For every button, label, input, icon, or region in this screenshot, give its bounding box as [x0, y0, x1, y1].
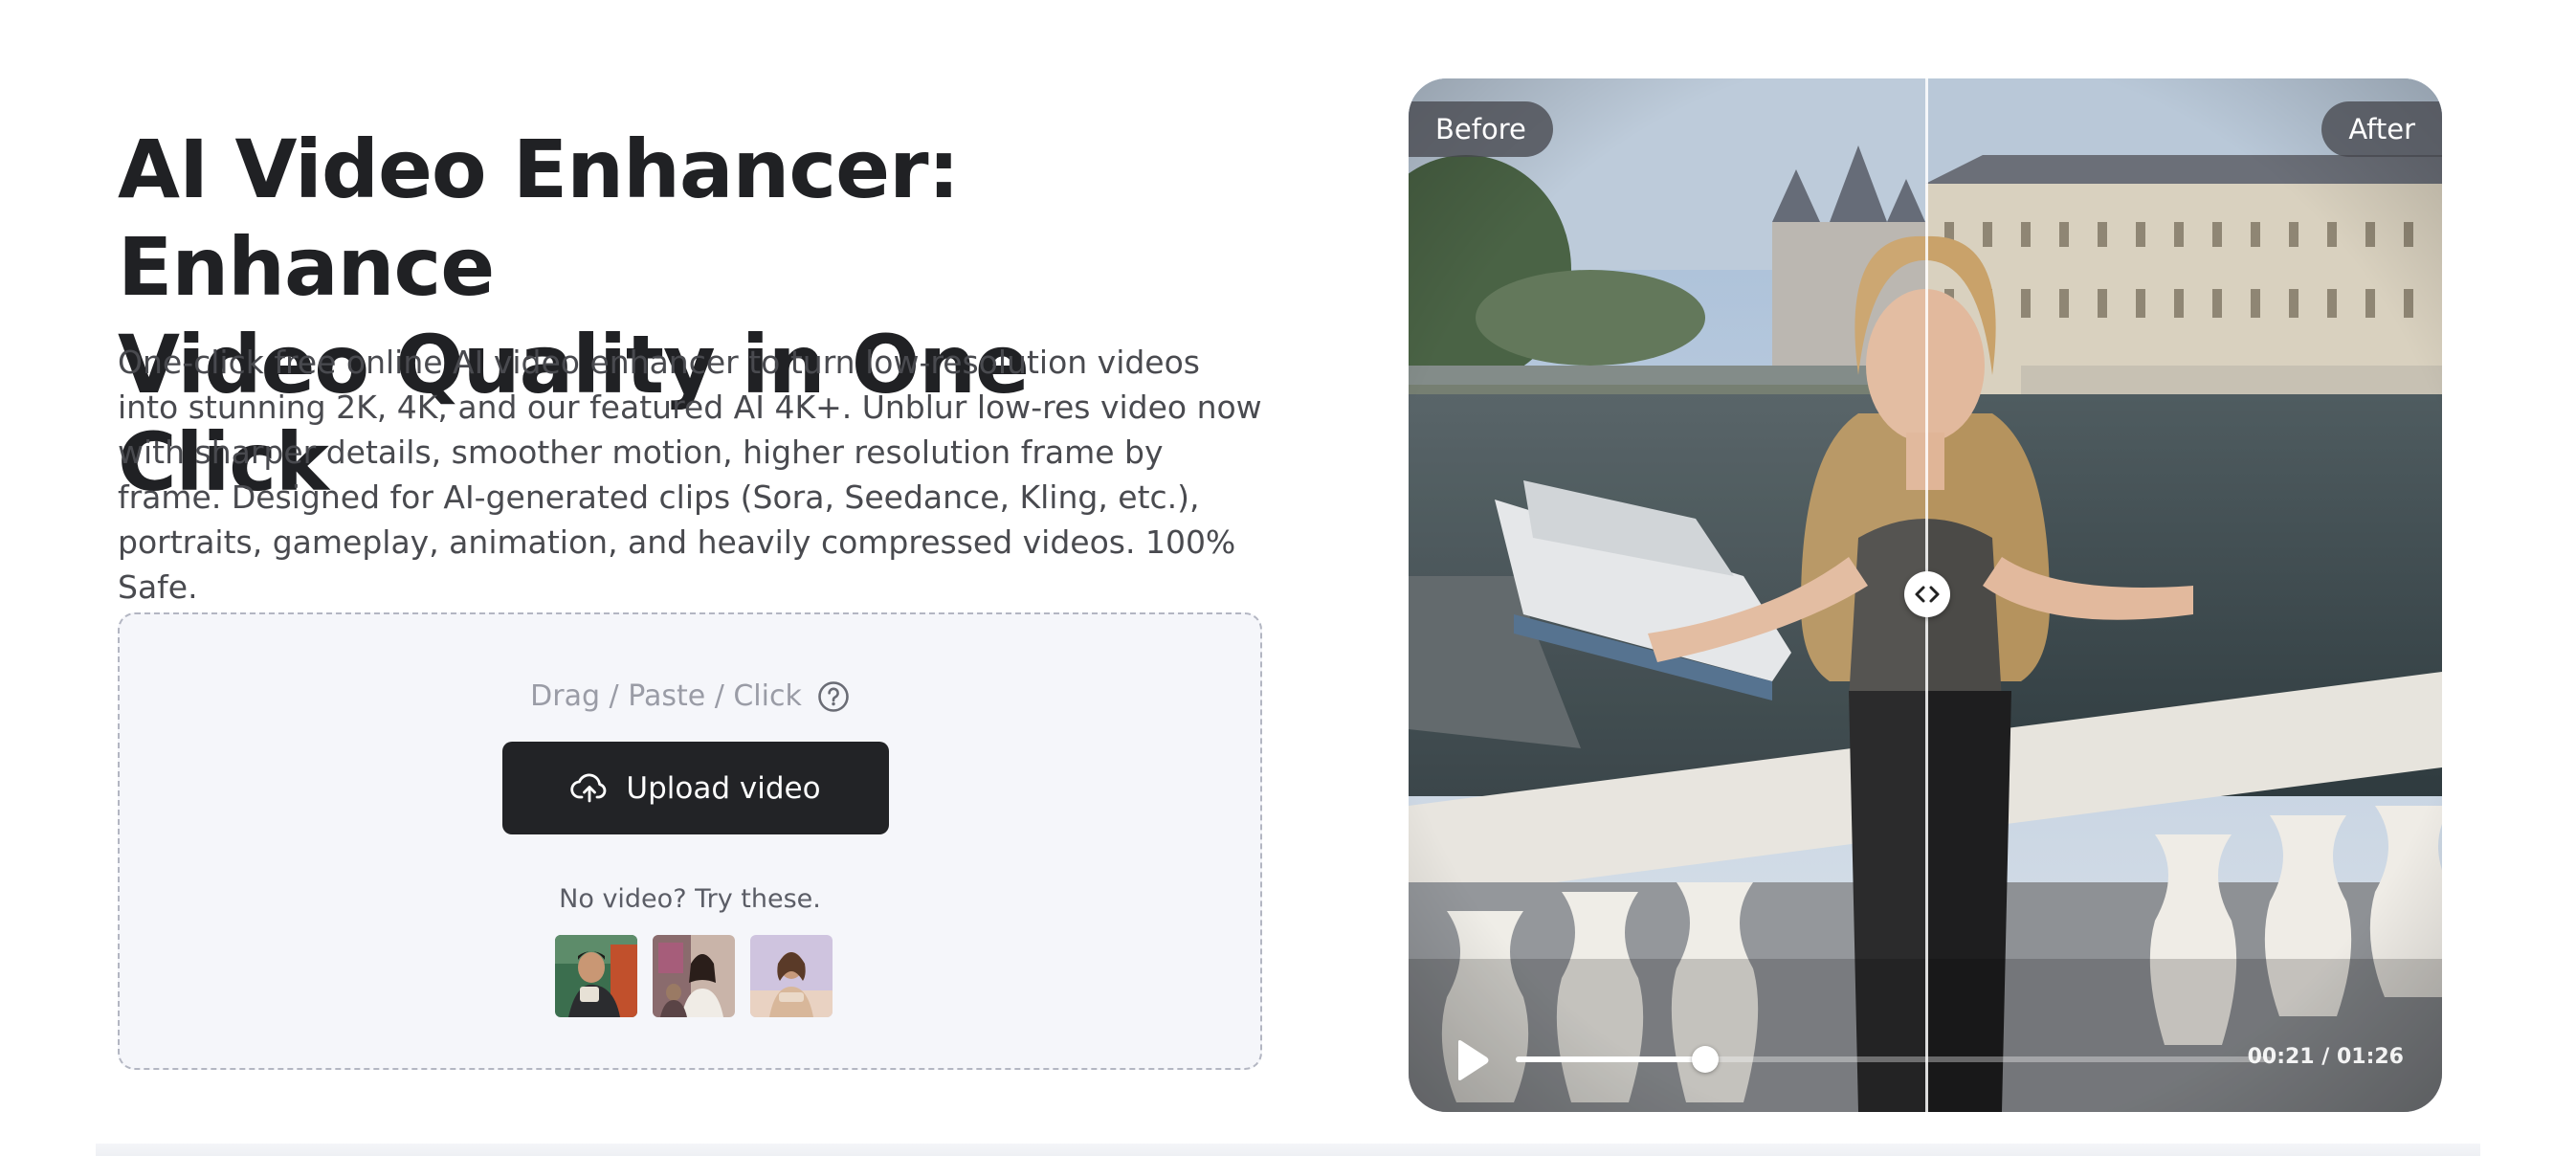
sample-thumbnail-3 — [750, 935, 833, 1017]
section-divider — [96, 1144, 2480, 1156]
dropzone-hint: Drag / Paste / Click — [120, 679, 1260, 713]
play-icon[interactable] — [1451, 1037, 1493, 1083]
sample-thumbnail-1 — [555, 935, 637, 1017]
sample-video-3[interactable] — [750, 935, 833, 1017]
upload-button-label: Upload video — [626, 770, 821, 806]
title-line-1: AI Video Enhancer: Enhance — [118, 122, 960, 314]
time-display: 00:21 / 01:26 — [2247, 1045, 2404, 1069]
progress-bar[interactable] — [1516, 1046, 2272, 1073]
sample-video-2[interactable] — [653, 935, 735, 1017]
before-after-player[interactable]: Before After 00:21 / 01:26 — [1409, 78, 2442, 1112]
progress-knob[interactable] — [1691, 1046, 1719, 1073]
before-label: Before — [1409, 101, 1553, 157]
sample-video-1[interactable] — [555, 935, 637, 1017]
after-label: After — [2321, 101, 2442, 157]
sample-thumbnail-2 — [653, 935, 735, 1017]
upload-video-button[interactable]: Upload video — [502, 742, 889, 834]
sample-videos — [555, 935, 833, 1017]
dropzone-hint-text: Drag / Paste / Click — [530, 679, 802, 713]
cloud-upload-icon — [570, 773, 607, 802]
question-circle-icon[interactable] — [817, 680, 850, 713]
hero-description: One-click free online AI video enhancer … — [118, 344, 1262, 606]
compare-handle[interactable] — [1904, 571, 1950, 617]
compare-arrows-icon — [1915, 586, 1940, 603]
try-samples-text: No video? Try these. — [559, 884, 821, 914]
progress-fill — [1516, 1056, 1705, 1062]
upload-dropzone[interactable]: Drag / Paste / Click Upload video No vid… — [118, 612, 1262, 1070]
